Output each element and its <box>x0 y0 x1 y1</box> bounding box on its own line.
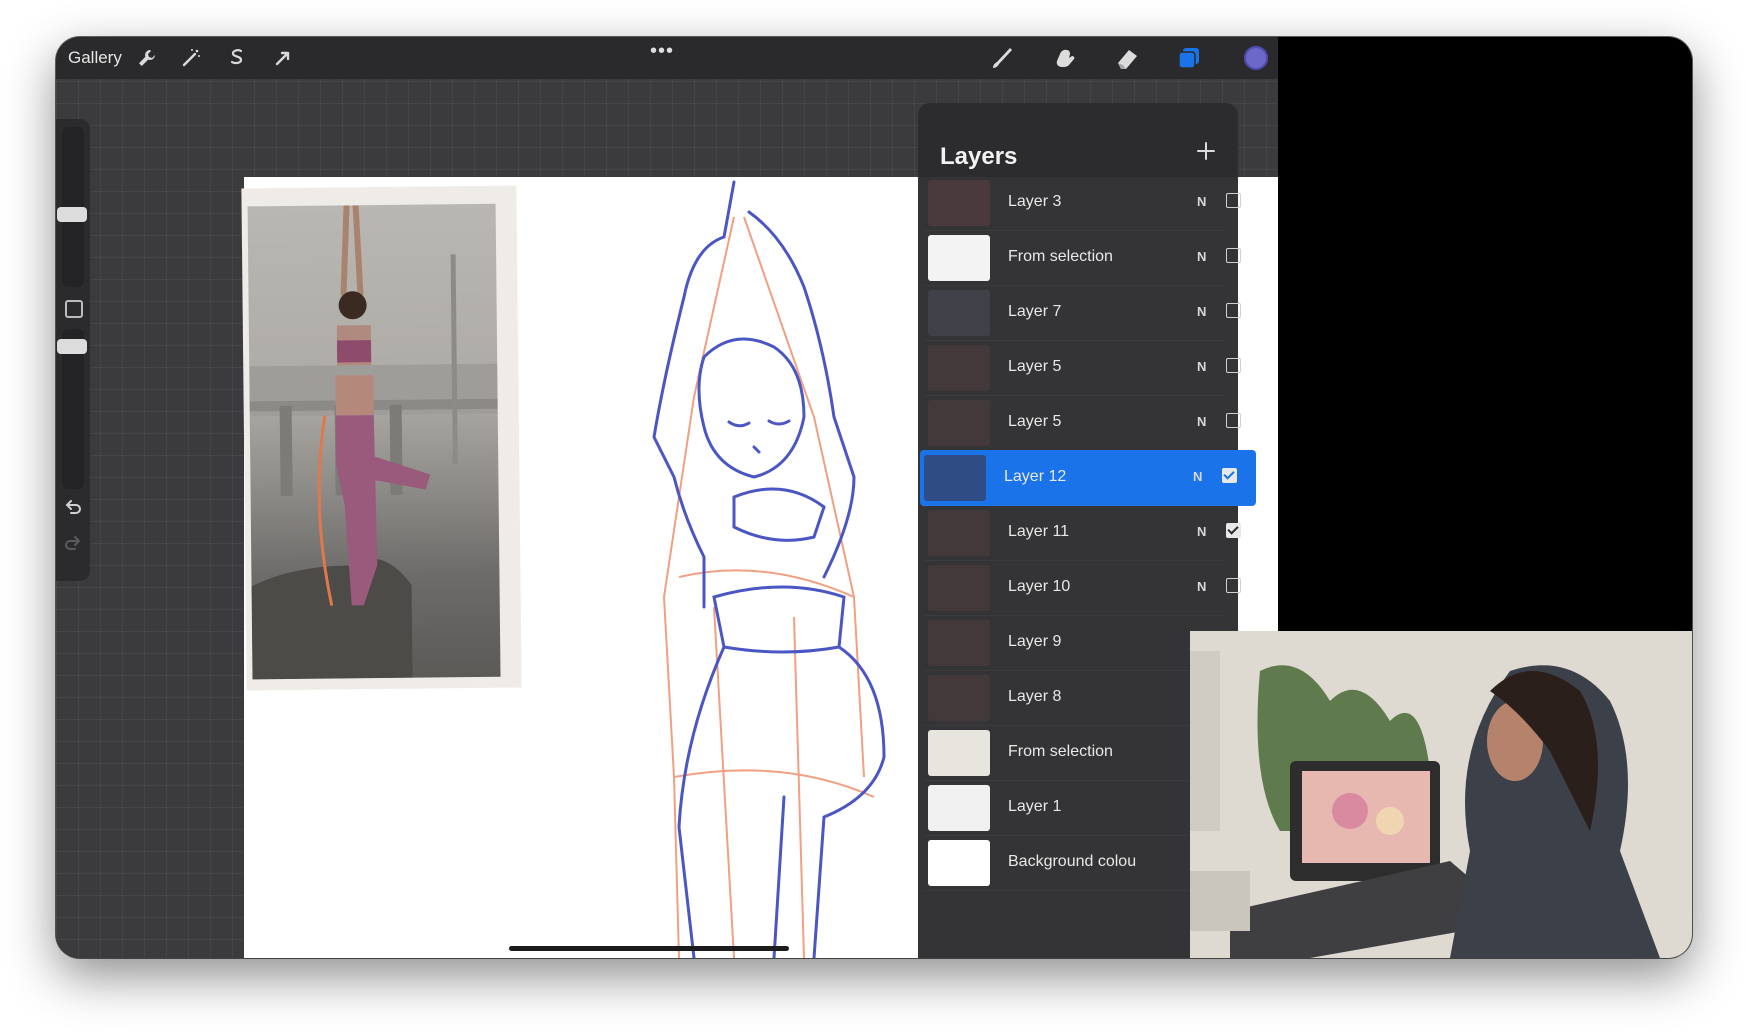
blend-mode-button[interactable]: N <box>1197 304 1206 319</box>
selection-icon[interactable] <box>224 45 250 71</box>
opacity-slider[interactable] <box>57 329 87 489</box>
layer-thumbnail <box>928 345 990 391</box>
layer-visibility-checkbox[interactable] <box>1226 413 1241 428</box>
more-options-icon[interactable]: ••• <box>650 40 674 63</box>
color-picker-button[interactable] <box>1244 46 1268 70</box>
blend-mode-button[interactable]: N <box>1197 414 1206 429</box>
layer-row[interactable]: Layer 8 <box>924 670 1224 726</box>
layer-name: Layer 8 <box>1008 688 1062 705</box>
layer-thumbnail <box>928 730 990 776</box>
brush-icon[interactable] <box>988 43 1018 73</box>
gallery-button[interactable]: Gallery <box>68 48 122 68</box>
layer-row[interactable]: Layer 9 <box>924 615 1224 671</box>
layer-name: Layer 10 <box>1008 578 1071 595</box>
layer-row[interactable]: From selection N <box>924 230 1241 286</box>
layer-visibility-checkbox[interactable] <box>1226 193 1241 208</box>
modify-button[interactable] <box>65 300 83 318</box>
reference-photo <box>241 185 522 691</box>
layer-row[interactable]: Layer 11 N <box>924 505 1241 561</box>
layer-thumbnail <box>924 455 986 501</box>
undo-icon[interactable] <box>62 497 84 519</box>
procreate-app: Gallery ••• Layers Layer 3 N From select… <box>56 37 1278 958</box>
layer-row[interactable]: Layer 10 N <box>924 560 1241 616</box>
layer-visibility-checkbox[interactable] <box>1226 578 1241 593</box>
brush-size-thumb[interactable] <box>57 207 87 222</box>
layer-visibility-checkbox[interactable] <box>1226 358 1241 373</box>
layer-thumbnail <box>928 290 990 336</box>
layer-row[interactable]: Layer 1 <box>924 780 1224 836</box>
layer-thumbnail <box>928 785 990 831</box>
webcam-overlay-image <box>1190 631 1692 958</box>
layer-name: Layer 11 <box>1008 523 1070 540</box>
layer-row[interactable]: Layer 12 N <box>920 450 1256 506</box>
brush-size-slider[interactable] <box>57 127 87 287</box>
redo-icon[interactable] <box>62 533 84 555</box>
layer-row[interactable]: Background colou <box>924 835 1224 891</box>
layer-row[interactable]: From selection <box>924 725 1224 781</box>
layer-name: Layer 1 <box>1008 798 1062 815</box>
layer-row[interactable]: Layer 5 N <box>924 395 1241 451</box>
layer-visibility-checkbox[interactable] <box>1222 468 1237 483</box>
layer-thumbnail <box>928 235 990 281</box>
blend-mode-button[interactable]: N <box>1193 469 1202 484</box>
blend-mode-button[interactable]: N <box>1197 249 1206 264</box>
layer-name: Layer 5 <box>1008 413 1062 430</box>
layer-thumbnail <box>928 840 990 886</box>
add-layer-plus-icon[interactable] <box>1194 139 1218 163</box>
layer-name: From selection <box>1008 743 1113 760</box>
transform-icon[interactable] <box>270 45 296 71</box>
blend-mode-button[interactable]: N <box>1197 194 1206 209</box>
smudge-icon[interactable] <box>1050 43 1080 73</box>
layer-name: From selection <box>1008 248 1113 265</box>
layer-thumbnail <box>928 620 990 666</box>
layer-thumbnail <box>928 675 990 721</box>
layers-icon[interactable] <box>1174 43 1204 73</box>
reference-image <box>247 203 501 680</box>
layer-row[interactable]: Layer 7 N <box>924 285 1241 341</box>
blend-mode-button[interactable]: N <box>1197 579 1206 594</box>
layer-thumbnail <box>928 510 990 556</box>
layers-panel-title: Layers <box>940 143 1018 170</box>
blend-mode-button[interactable]: N <box>1197 359 1206 374</box>
layer-name: Layer 3 <box>1008 193 1062 210</box>
layer-name: Layer 7 <box>1008 303 1062 320</box>
layer-name: Background colou <box>1008 853 1137 870</box>
eraser-icon[interactable] <box>1112 43 1142 73</box>
layer-visibility-checkbox[interactable] <box>1226 523 1241 538</box>
layer-visibility-checkbox[interactable] <box>1226 303 1241 318</box>
home-indicator <box>509 946 789 951</box>
layer-row[interactable]: Layer 3 N <box>924 175 1241 231</box>
magic-wand-icon[interactable] <box>178 45 204 71</box>
blend-mode-button[interactable]: N <box>1197 524 1206 539</box>
layer-name: Layer 12 <box>1004 468 1067 485</box>
layer-thumbnail <box>928 180 990 226</box>
opacity-thumb[interactable] <box>57 339 87 354</box>
app-window: Gallery ••• Layers Layer 3 N From select… <box>56 37 1692 958</box>
layer-row[interactable]: Layer 5 N <box>924 340 1241 396</box>
top-toolbar: Gallery ••• <box>56 37 1278 79</box>
layer-name: Layer 9 <box>1008 633 1062 650</box>
layer-visibility-checkbox[interactable] <box>1226 248 1241 263</box>
layer-thumbnail <box>928 400 990 446</box>
layer-thumbnail <box>928 565 990 611</box>
left-sidebar <box>56 119 90 581</box>
wrench-icon[interactable] <box>134 45 160 71</box>
layer-name: Layer 5 <box>1008 358 1062 375</box>
